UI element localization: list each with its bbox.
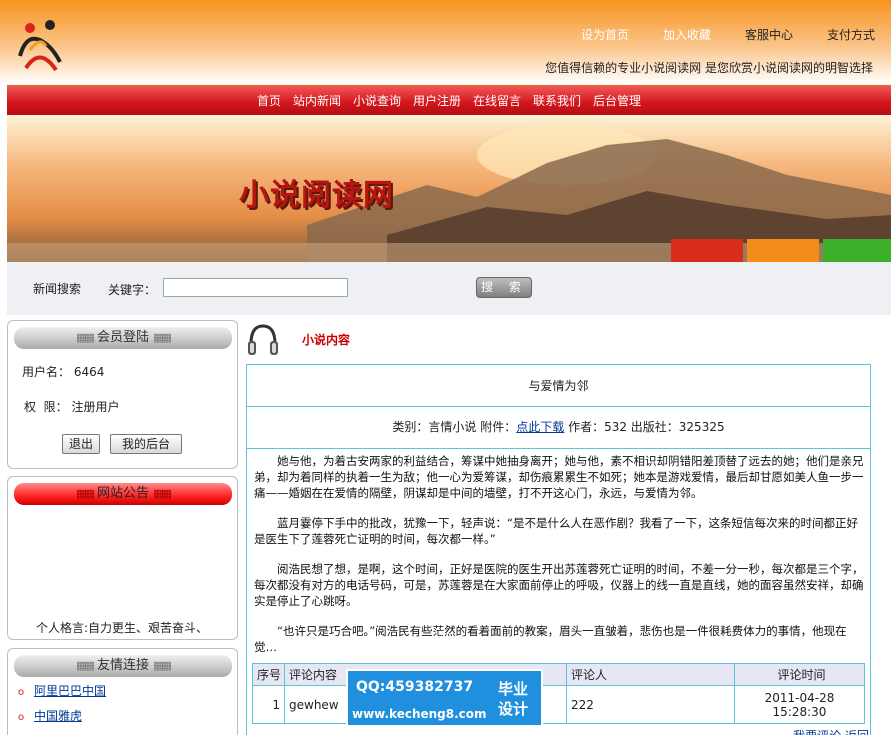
customer-service-link[interactable]: 客服中心 [745,26,793,43]
novel-title: 与爱情为邻 [247,365,870,407]
bullet-icon: o [18,687,25,698]
table-row: 1 gewhew 222 2011-04-28 15:28:30 [252,685,865,724]
banner: 小说阅读网 [7,115,891,262]
nav-novel-search[interactable]: 小说查询 [353,92,401,109]
username-value: 6464 [73,365,105,379]
bar-decoration-icon: ▦▦ [76,487,95,500]
notice-box-title: ▦▦ 网站公告 ▦▦ [14,483,232,505]
friend-links-box: ▦▦ 友情连接 ▦▦ o 阿里巴巴中国 o 中国雅虎 [7,648,238,735]
keyword-input[interactable] [163,278,348,297]
notice-box: ▦▦ 网站公告 ▦▦ 个人格言:自力更生、艰苦奋斗、 [7,476,238,640]
nav-admin[interactable]: 后台管理 [593,92,641,109]
role-row: 权 限： 注册用户 [24,400,120,414]
banner-title: 小说阅读网 [239,178,394,213]
col-index-header: 序号 [252,663,285,686]
bar-decoration-icon: ▦▦ [153,487,172,500]
comment-back-links[interactable]: 我要评论 返回 [793,727,869,735]
member-box-title: ▦▦ 会员登陆 ▦▦ [14,327,232,349]
keyword-label: 关键字： [108,283,157,297]
role-value: 注册用户 [71,400,120,414]
bullet-icon: o [18,712,25,723]
novel-paragraph: 阅浩民想了想，是啊，这个时间，正好是医院的医生开出苏莲蓉死亡证明的时间，不差一分… [254,562,864,608]
site-logo [18,20,62,72]
bar-decoration-icon: ▦▦ [76,659,95,672]
bar-decoration-icon: ▦▦ [153,331,172,344]
news-search-bar: 新闻搜索 关键字： 搜 索 [7,262,891,315]
friend-links-list: o 阿里巴巴中国 o 中国雅虎 [18,681,106,731]
nav-contact[interactable]: 联系我们 [533,92,581,109]
novel-paragraph: “也许只是巧合吧。”阅浩民有些茫然的看着面前的教案，眉头一直皱着，悲伤也是一件很… [254,624,847,654]
add-favorite-link[interactable]: 加入收藏 [663,26,711,43]
nav-register[interactable]: 用户注册 [413,92,461,109]
username-row: 用户名： 6464 [22,365,105,379]
my-backend-button[interactable]: 我的后台 [110,434,182,454]
friend-links-title: ▦▦ 友情连接 ▦▦ [14,655,232,677]
watermark-qq: QQ:459382737 [356,679,474,695]
download-link[interactable]: 点此下载 [516,420,564,434]
set-homepage-link[interactable]: 设为首页 [581,26,629,43]
main-nav: 首页 站内新闻 小说查询 用户注册 在线留言 联系我们 后台管理 [7,84,891,115]
comments-table: 序号 评论内容 评论人 评论时间 1 gewhew 222 2011-04-28… [252,663,865,724]
list-item: o 阿里巴巴中国 [18,681,106,706]
novel-paragraph: 蓝月霎停下手中的批改，犹豫一下，轻声说：“是不是什么人在恶作剧？我看了一下，这条… [254,516,858,546]
member-box: ▦▦ 会员登陆 ▦▦ 用户名： 6464 权 限： 注册用户 退出 我的后台 [7,320,238,469]
watermark-url: www.kecheng8.com [352,707,487,721]
friend-link-alibaba[interactable]: 阿里巴巴中国 [34,684,106,698]
watermark-tag: 毕业设计 [497,680,528,718]
search-button[interactable]: 搜 索 [476,277,532,298]
logout-button[interactable]: 退出 [62,434,100,454]
col-time-header: 评论时间 [734,663,865,686]
nav-guestbook[interactable]: 在线留言 [473,92,521,109]
site-slogan: 您值得信赖的专业小说阅读网 是您欣赏小说阅读网的明智选择 [545,61,873,75]
payment-link[interactable]: 支付方式 [827,26,875,43]
headphones-icon [248,324,278,355]
personal-motto: 个人格言:自力更生、艰苦奋斗、 [36,621,209,635]
section-title: 小说内容 [302,333,351,347]
bar-decoration-icon: ▦▦ [153,659,172,672]
friend-link-yahoo[interactable]: 中国雅虎 [34,709,82,723]
comment-author: 222 [566,685,735,724]
novel-panel: 与爱情为邻 类别：言情小说 附件：点此下载 作者：532 出版社：325325 … [246,364,871,735]
table-header-row: 序号 评论内容 评论人 评论时间 [252,663,865,686]
bar-decoration-icon: ▦▦ [76,331,95,344]
content-header: 小说内容 [246,320,891,362]
site-header: 设为首页 加入收藏 客服中心 支付方式 您值得信赖的专业小说阅读网 是您欣赏小说… [0,0,891,84]
novel-paragraph: 她与他，为着古安两家的利益结合，筹谋中她抽身离开；她与他，素不相识却阴错阳差顶替… [254,454,864,500]
watermark-badge: QQ:459382737 www.kecheng8.com 毕业设计 [346,669,543,727]
nav-home[interactable]: 首页 [257,92,281,109]
comment-time: 2011-04-28 15:28:30 [734,685,865,724]
nav-news[interactable]: 站内新闻 [293,92,341,109]
col-author-header: 评论人 [566,663,735,686]
banner-landscape [7,125,891,262]
search-label: 新闻搜索 [33,282,82,296]
novel-body: 她与他，为着古安两家的利益结合，筹谋中她抽身离开；她与他，素不相识却阴错阳差顶替… [254,453,866,669]
novel-meta: 类别：言情小说 附件：点此下载 作者：532 出版社：325325 [247,407,870,449]
list-item: o 中国雅虎 [18,706,106,731]
comment-index: 1 [252,685,285,724]
